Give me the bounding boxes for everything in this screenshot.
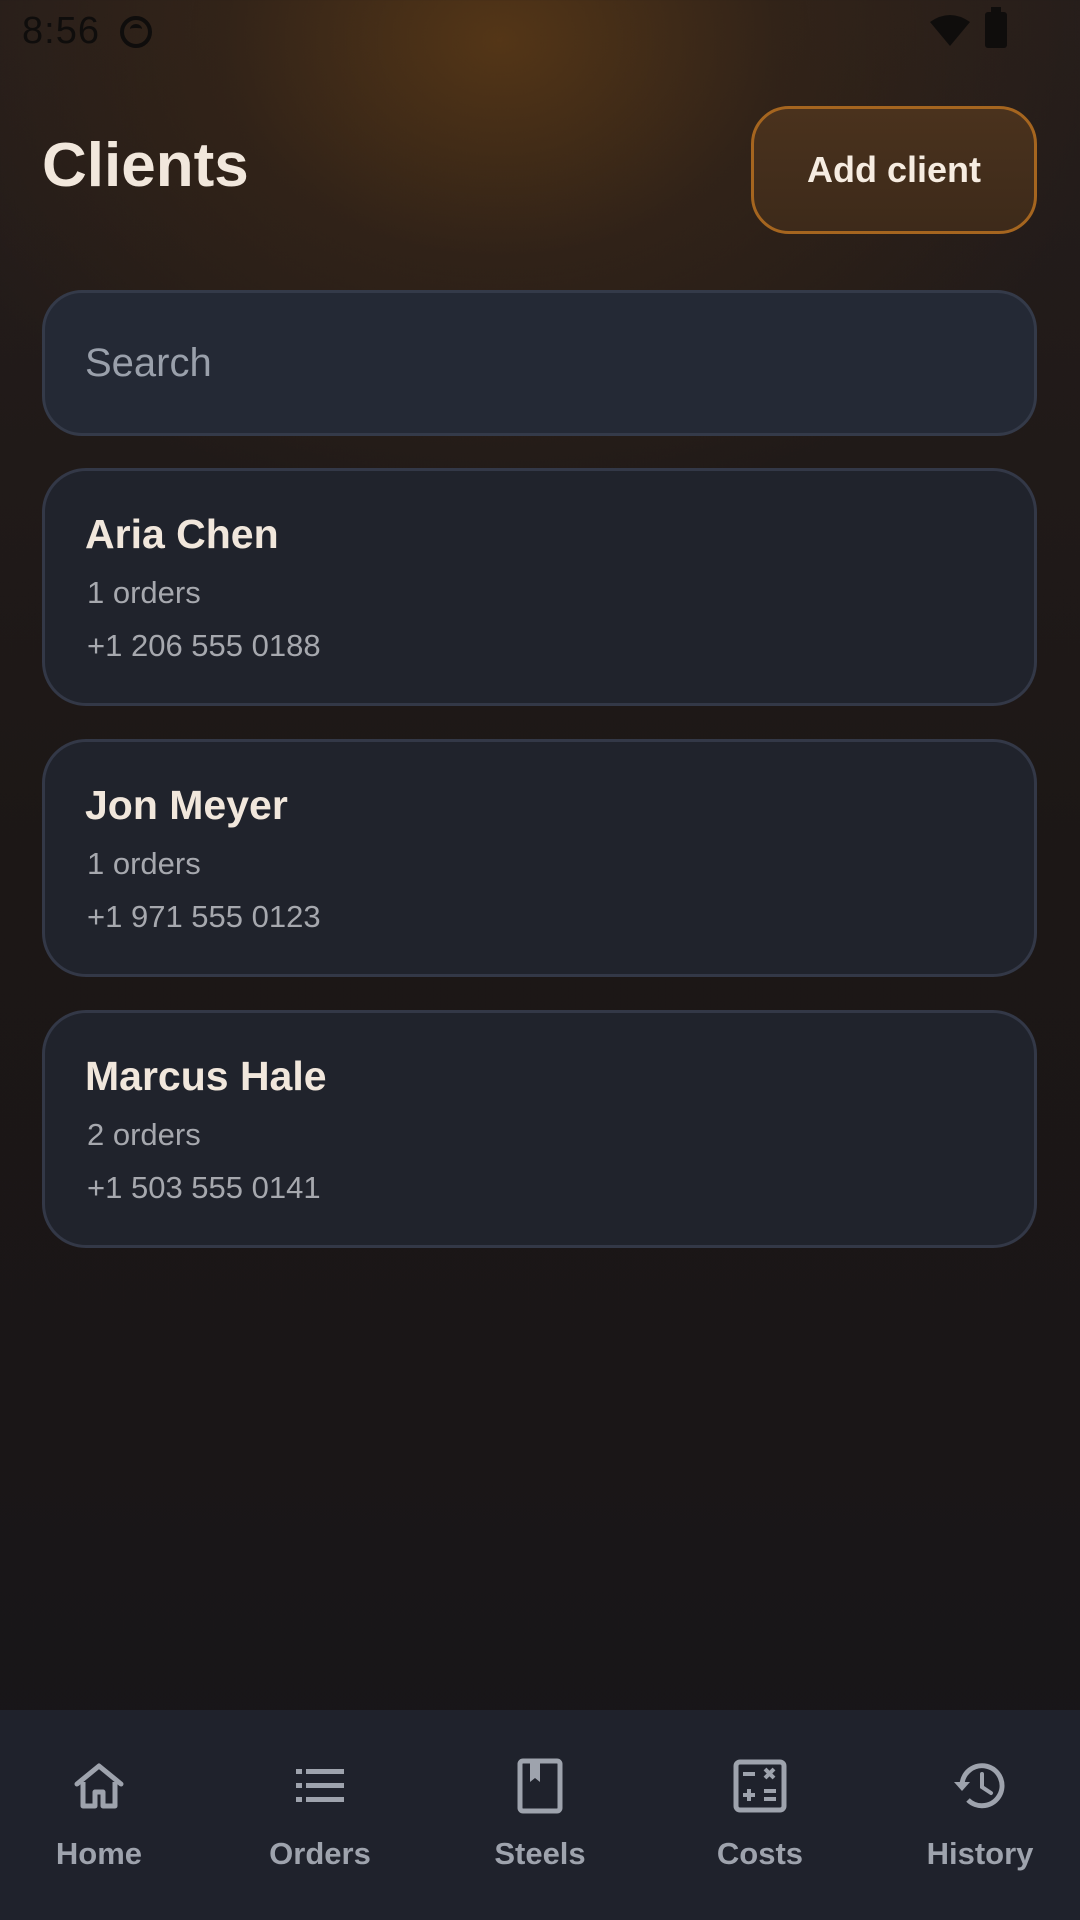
search-input[interactable] xyxy=(42,290,1037,436)
home-icon xyxy=(74,1763,124,1809)
client-phone: +1 971 555 0123 xyxy=(87,899,321,934)
client-orders-count: 1 orders xyxy=(87,846,201,881)
nav-item-home[interactable]: Home xyxy=(0,1710,207,1920)
client-name: Aria Chen xyxy=(85,511,279,557)
history-icon xyxy=(954,1763,1005,1809)
nav-label-home: Home xyxy=(55,1836,143,1871)
add-client-button[interactable]: Add client xyxy=(751,106,1037,234)
client-name: Marcus Hale xyxy=(85,1053,327,1099)
nav-label-history: History xyxy=(926,1836,1034,1871)
client-card[interactable]: Jon Meyer 1 orders +1 971 555 0123 xyxy=(42,739,1037,977)
status-bar: 8:56 xyxy=(0,0,1080,64)
client-phone: +1 206 555 0188 xyxy=(87,628,321,663)
nav-item-costs[interactable]: Costs xyxy=(652,1710,868,1920)
client-orders-count: 1 orders xyxy=(87,575,201,610)
calculator-icon xyxy=(733,1759,787,1813)
client-phone: +1 503 555 0141 xyxy=(87,1170,321,1205)
client-orders-count: 2 orders xyxy=(87,1117,201,1152)
bookmark-book-icon xyxy=(517,1758,563,1814)
nav-label-orders: Orders xyxy=(269,1836,371,1871)
wifi-icon xyxy=(930,15,970,46)
client-name: Jon Meyer xyxy=(85,782,288,828)
bottom-nav: Home Orders Steels Costs History xyxy=(0,1710,1080,1920)
status-time: 8:56 xyxy=(22,10,100,52)
nav-item-steels[interactable]: Steels xyxy=(432,1710,648,1920)
sync-icon xyxy=(120,16,152,48)
nav-item-history[interactable]: History xyxy=(872,1710,1080,1920)
battery-icon xyxy=(985,7,1007,48)
nav-label-costs: Costs xyxy=(716,1836,804,1871)
nav-label-steels: Steels xyxy=(494,1836,586,1871)
client-card[interactable]: Aria Chen 1 orders +1 206 555 0188 xyxy=(42,468,1037,706)
page-title: Clients xyxy=(42,131,249,200)
client-card[interactable]: Marcus Hale 2 orders +1 503 555 0141 xyxy=(42,1010,1037,1248)
nav-item-orders[interactable]: Orders xyxy=(212,1710,428,1920)
list-icon xyxy=(296,1769,344,1802)
